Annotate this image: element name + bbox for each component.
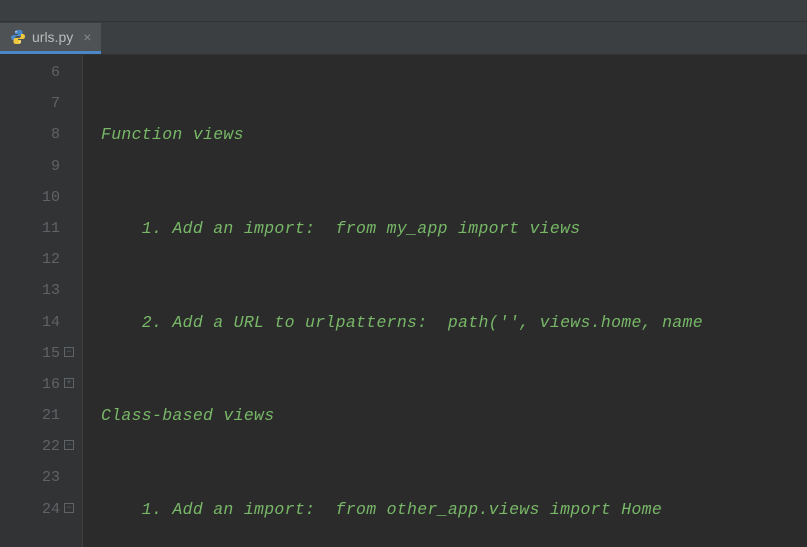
tab-bar: urls.py × [0,22,807,55]
code-line: 1. Add an import: from my_app import vie… [101,213,807,244]
line-number: 8 [0,119,60,150]
line-number-gutter[interactable]: 6 7 8 9 10 11 12 13 14 15− 16+ 21 22− 23… [0,55,82,547]
line-number: 14 [0,307,60,338]
python-file-icon [10,29,26,45]
fold-collapse-icon[interactable]: − [64,347,74,357]
titlebar [0,0,807,22]
line-number: 23 [0,462,60,493]
line-number: 13 [0,275,60,306]
line-number: 11 [0,213,60,244]
line-number: 7 [0,88,60,119]
code-editor[interactable]: Function views 1. Add an import: from my… [82,55,807,547]
line-number: 24− [0,494,60,525]
line-number: 12 [0,244,60,275]
line-number: 10 [0,182,60,213]
fold-expand-icon[interactable]: + [64,378,74,388]
line-number: 9 [0,151,60,182]
code-line: Class-based views [101,400,807,431]
tab-label: urls.py [32,29,73,45]
code-line: 2. Add a URL to urlpatterns: path('', vi… [101,307,807,338]
tab-urls-py[interactable]: urls.py × [0,23,101,54]
code-line: 1. Add an import: from other_app.views i… [101,494,807,525]
fold-collapse-icon[interactable]: − [64,440,74,450]
editor-area: 6 7 8 9 10 11 12 13 14 15− 16+ 21 22− 23… [0,55,807,547]
fold-collapse-icon[interactable]: − [64,503,74,513]
close-icon[interactable]: × [83,29,91,45]
line-number: 16+ [0,369,60,400]
line-number: 15− [0,338,60,369]
line-number: 22− [0,431,60,462]
line-number: 6 [0,57,60,88]
line-number: 21 [0,400,60,431]
code-line: Function views [101,119,807,150]
